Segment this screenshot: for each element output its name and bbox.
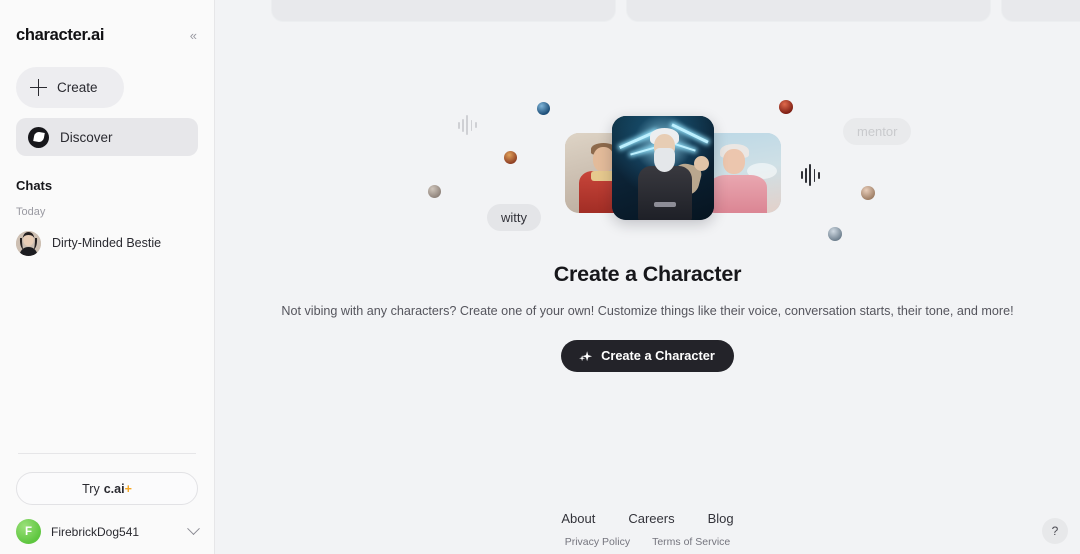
hand-shape [694,156,709,171]
footer-link-terms-of-service[interactable]: Terms of Service [652,536,730,548]
avatar [16,230,41,256]
create-a-character-button-label: Create a Character [601,348,715,364]
card-placeholder[interactable] [626,0,991,22]
avatar [828,227,842,241]
collapse-sidebar-icon[interactable]: « [190,29,197,42]
head-shape [593,147,614,172]
sidebar-header: character.ai « [16,26,198,45]
avatar [537,102,550,115]
avatar: F [16,519,41,544]
plus-badge: + [124,481,132,496]
footer-link-careers[interactable]: Careers [628,511,674,526]
brand-logo[interactable]: character.ai [16,26,104,45]
sidebar-item-discover[interactable]: Discover [16,118,198,156]
try-cai-plus-label: Try c.ai+ [82,482,132,496]
main-content: witty mentor Create a Character Not vibi… [215,0,1080,554]
hero-collage: witty mentor [215,88,1080,248]
footer-secondary-links: Privacy Policy Terms of Service [215,536,1080,548]
sparkle-icon [579,349,593,362]
plus-icon [30,79,47,96]
chats-section-title: Chats [16,178,53,193]
avatar [504,151,517,164]
avatar [779,100,793,114]
waveform-icon [458,114,477,136]
sidebar: character.ai « Create Discover Chats Tod… [0,0,215,554]
create-button[interactable]: Create [16,67,124,108]
body-shape [709,175,767,213]
avatar [861,186,875,200]
help-button[interactable]: ? [1042,518,1068,544]
zeus-artwork [612,116,714,220]
card-placeholder[interactable] [271,0,616,22]
cai-brand: c.ai [103,481,125,496]
create-a-character-button[interactable]: Create a Character [561,339,734,372]
sidebar-item-label: Discover [60,129,113,145]
page-subtitle: Not vibing with any characters? Create o… [281,304,1014,318]
footer: About Careers Blog Privacy Policy Terms … [215,511,1080,548]
tag-pill-mentor[interactable]: mentor [843,118,912,145]
belt-shape [654,202,676,207]
list-item-label: Dirty-Minded Bestie [52,236,162,250]
chats-group-label: Today [16,206,46,218]
compass-icon [28,126,49,148]
try-prefix: Try [82,481,100,496]
card-placeholder[interactable] [1001,0,1080,22]
footer-link-blog[interactable]: Blog [708,511,734,526]
chevron-down-icon[interactable] [187,522,200,536]
user-account-row[interactable]: F FirebrickDog541 [16,519,200,544]
create-character-copy: Create a Character Not vibing with any c… [215,262,1080,372]
body-shape [638,166,692,220]
page-title: Create a Character [553,262,742,286]
scrolled-off-card-row [271,0,1080,22]
footer-link-about[interactable]: About [561,511,595,526]
tag-pill-witty[interactable]: witty [487,204,541,231]
lightning-bolt-icon [630,146,656,156]
head-shape [723,149,745,174]
try-cai-plus-button[interactable]: Try c.ai+ [16,472,198,505]
list-item[interactable]: Dirty-Minded Bestie [16,228,198,258]
footer-primary-links: About Careers Blog [215,511,1080,526]
waveform-icon [801,164,820,186]
beard-shape [654,148,675,172]
avatar [428,185,441,198]
sidebar-divider [18,453,196,454]
app-root: character.ai « Create Discover Chats Tod… [0,0,1080,554]
footer-link-privacy-policy[interactable]: Privacy Policy [565,536,630,548]
user-name: FirebrickDog541 [51,524,140,539]
character-card-zeus[interactable] [612,116,714,220]
create-button-label: Create [57,80,98,95]
